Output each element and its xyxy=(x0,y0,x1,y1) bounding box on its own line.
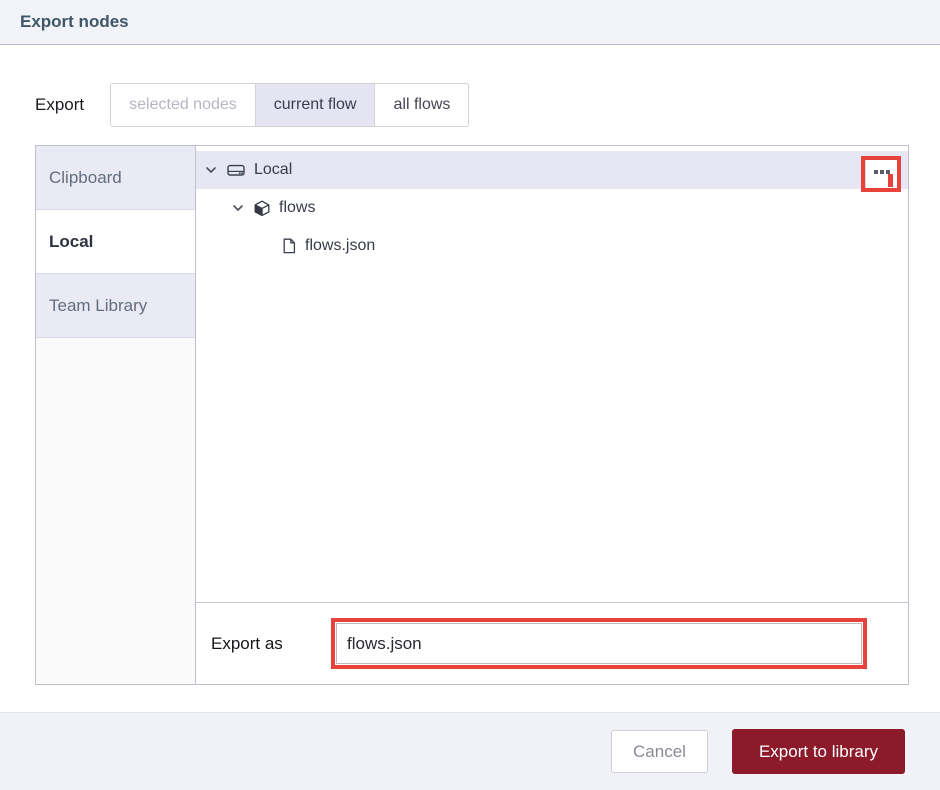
segment-selected-nodes[interactable]: selected nodes xyxy=(111,84,256,126)
tree-row-label: flows xyxy=(279,199,316,216)
export-scope-row: Export selected nodes current flow all f… xyxy=(35,83,470,127)
library-sidebar: Clipboard Local Team Library xyxy=(36,146,196,684)
dialog-title: Export nodes xyxy=(20,12,129,31)
tree-row-label: Local xyxy=(254,161,293,178)
annotation-box xyxy=(331,618,867,669)
sidebar-item-label: Local xyxy=(49,231,94,251)
dialog-header: Export nodes xyxy=(0,0,940,45)
export-scope-label: Export xyxy=(35,95,85,114)
filename-input[interactable] xyxy=(336,623,862,664)
sidebar-item-label: Clipboard xyxy=(49,167,122,187)
segment-current-flow[interactable]: current flow xyxy=(255,84,376,126)
annotation-box xyxy=(861,156,901,192)
export-scope-segmented-control: selected nodes current flow all flows xyxy=(110,83,470,127)
export-as-label: Export as xyxy=(211,633,283,653)
hard-drive-icon xyxy=(227,162,245,178)
chevron-down-icon[interactable] xyxy=(204,163,218,177)
library-menu-button[interactable] xyxy=(865,160,897,188)
file-icon xyxy=(282,238,296,254)
sidebar-item-team-library[interactable]: Team Library xyxy=(36,274,195,338)
cube-icon xyxy=(254,200,270,217)
annotation-caret xyxy=(888,174,893,187)
sidebar-item-label: Team Library xyxy=(49,295,148,315)
export-as-bar: Export as xyxy=(196,602,908,684)
tree-row-label: flows.json xyxy=(305,237,376,254)
file-tree: Local flows flows.json xyxy=(196,146,908,265)
cancel-button[interactable]: Cancel xyxy=(611,730,708,773)
export-to-library-button[interactable]: Export to library xyxy=(732,729,905,774)
library-browser-panel: Clipboard Local Team Library Local flows… xyxy=(35,145,909,685)
segment-all-flows[interactable]: all flows xyxy=(375,84,469,126)
sidebar-item-local[interactable]: Local xyxy=(36,210,195,274)
tree-row-flows[interactable]: flows xyxy=(196,189,908,227)
tree-row-local[interactable]: Local xyxy=(196,151,908,192)
chevron-down-icon[interactable] xyxy=(231,201,245,215)
dialog-footer: Cancel Export to library xyxy=(0,712,940,790)
library-content: Local flows flows.json Export as flows.j… xyxy=(196,146,908,684)
tree-row-flows-json[interactable]: flows.json xyxy=(196,227,908,265)
sidebar-item-clipboard[interactable]: Clipboard xyxy=(36,146,195,210)
